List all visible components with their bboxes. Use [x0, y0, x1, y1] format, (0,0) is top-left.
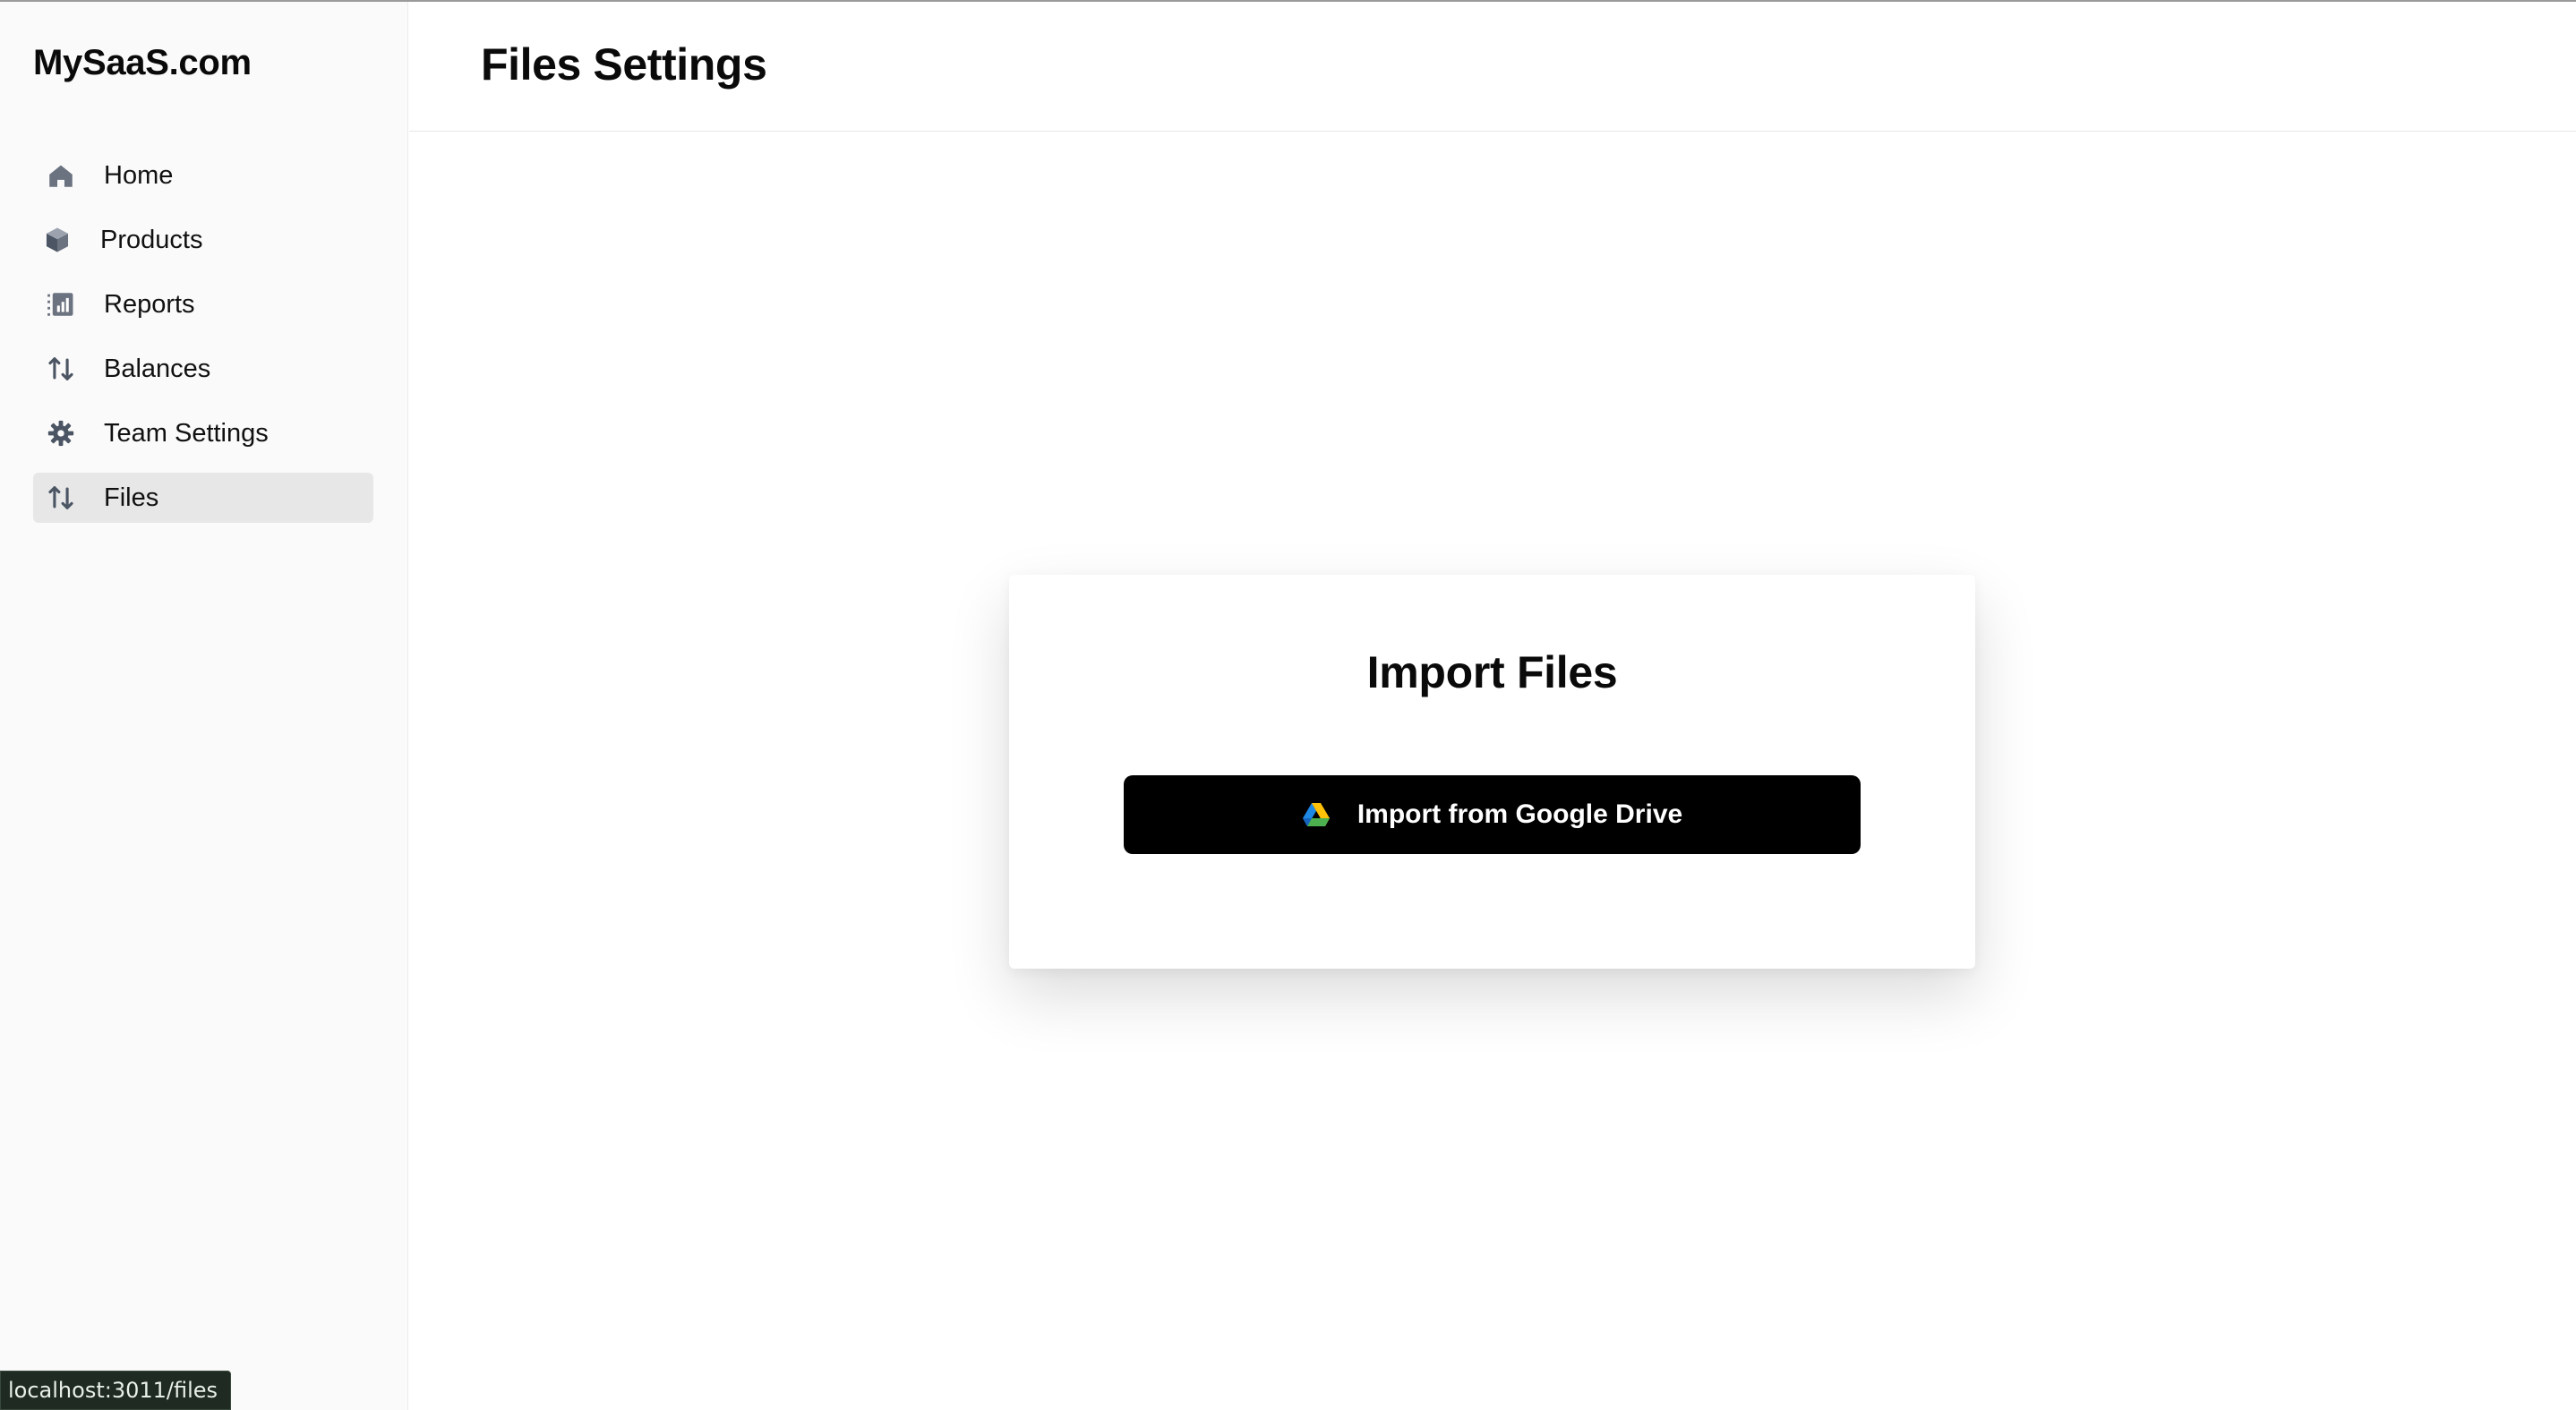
sidebar-item-label: Team Settings [104, 418, 269, 448]
status-bar-url: localhost:3011/files [0, 1371, 232, 1410]
button-label: Import from Google Drive [1356, 799, 1683, 829]
sidebar-item-label: Files [104, 483, 159, 512]
import-from-google-drive-button[interactable]: Import from Google Drive [1124, 775, 1861, 854]
sidebar-item-products[interactable]: Products [33, 215, 373, 265]
sidebar: MySaaS.com Home Products Reports Balance… [0, 2, 408, 1410]
brand-logo[interactable]: MySaaS.com [33, 43, 252, 83]
arrows-up-down-icon [45, 482, 77, 514]
cube-icon [41, 224, 73, 256]
home-icon [45, 159, 77, 192]
app-window: MySaaS.com Home Products Reports Balance… [0, 0, 2576, 1410]
sidebar-item-home[interactable]: Home [33, 150, 373, 201]
page-header: Files Settings [409, 2, 2576, 132]
arrows-up-down-icon [45, 353, 77, 385]
gear-icon [45, 417, 77, 449]
sidebar-item-label: Reports [104, 289, 195, 319]
card-title: Import Files [1366, 647, 1618, 697]
import-files-card: Import Files Import from Google Drive [1009, 575, 1975, 969]
google-drive-icon [1302, 802, 1331, 827]
sidebar-nav: Home Products Reports Balances Team Sett… [33, 150, 373, 537]
chart-icon [45, 288, 77, 320]
page-title: Files Settings [481, 39, 767, 90]
sidebar-item-label: Home [104, 160, 174, 190]
sidebar-item-reports[interactable]: Reports [33, 279, 373, 329]
sidebar-item-label: Products [100, 225, 203, 254]
sidebar-item-team-settings[interactable]: Team Settings [33, 408, 373, 458]
sidebar-item-files[interactable]: Files [33, 473, 373, 523]
sidebar-item-label: Balances [104, 354, 211, 383]
sidebar-item-balances[interactable]: Balances [33, 344, 373, 394]
